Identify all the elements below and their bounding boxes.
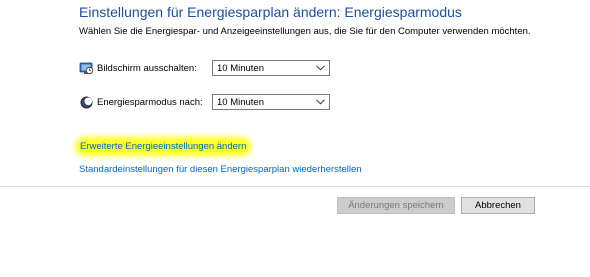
divider xyxy=(0,186,590,187)
display-clock-icon xyxy=(79,62,94,75)
advanced-power-settings-link[interactable]: Erweiterte Energieeinstellungen ändern xyxy=(79,141,248,152)
page-title: Einstellungen für Energiesparplan ändern… xyxy=(79,4,462,20)
display-off-value: 10 Minuten xyxy=(217,63,265,74)
sleep-value: 10 Minuten xyxy=(217,97,265,108)
setting-label-display-off: Bildschirm ausschalten: xyxy=(97,63,197,74)
save-changes-button[interactable]: Änderungen speichern xyxy=(337,197,455,214)
sleep-dropdown[interactable]: 10 Minuten xyxy=(212,94,330,110)
chevron-down-icon xyxy=(316,65,325,71)
sleep-moon-icon xyxy=(80,96,93,109)
restore-defaults-link[interactable]: Standardeinstellungen für diesen Energie… xyxy=(79,164,362,175)
cancel-button[interactable]: Abbrechen xyxy=(461,197,535,214)
display-off-dropdown[interactable]: 10 Minuten xyxy=(212,60,330,76)
power-plan-settings-page: Einstellungen für Energiesparplan ändern… xyxy=(0,0,590,277)
setting-label-sleep: Energiesparmodus nach: xyxy=(97,97,203,108)
page-subtitle: Wählen Sie die Energiespar- und Anzeigee… xyxy=(79,26,531,37)
chevron-down-icon xyxy=(316,99,325,105)
